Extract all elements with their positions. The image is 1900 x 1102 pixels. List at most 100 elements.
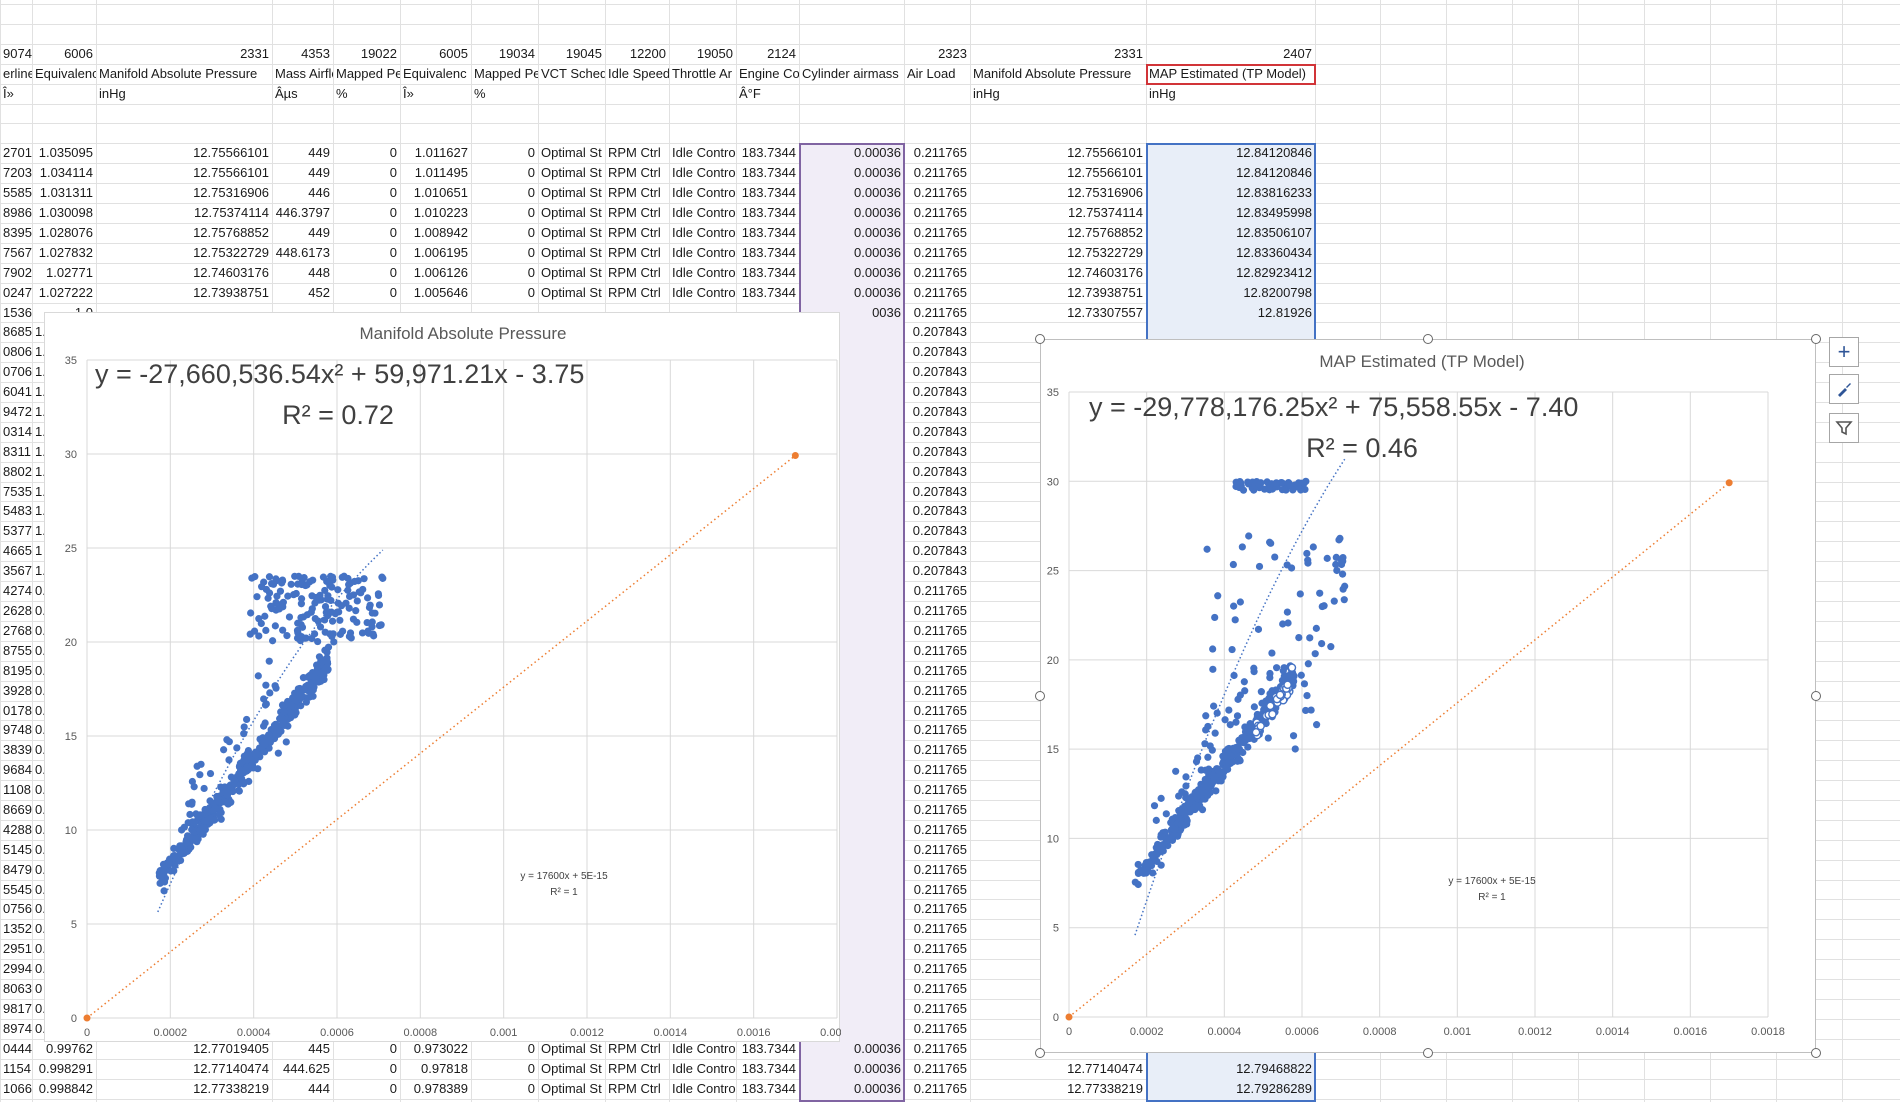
cell[interactable]: 6041 xyxy=(0,382,32,402)
cell[interactable] xyxy=(799,44,904,64)
cell[interactable]: 1154 xyxy=(0,1059,32,1079)
resize-handle[interactable] xyxy=(1035,334,1045,344)
cell[interactable]: 12.74603176 xyxy=(96,263,272,283)
cell[interactable]: 4665 xyxy=(0,541,32,561)
cell[interactable]: Idle Contro xyxy=(669,143,736,163)
cell[interactable]: 0.211765 xyxy=(904,880,970,900)
cell[interactable]: 0.207843 xyxy=(904,561,970,581)
cell[interactable]: 3839 xyxy=(0,740,32,760)
cell[interactable]: 0.211765 xyxy=(904,840,970,860)
cell[interactable]: 12.73307557 xyxy=(970,303,1146,323)
cell[interactable]: 0.207843 xyxy=(904,342,970,362)
cell[interactable]: Equivalenc xyxy=(400,64,471,84)
cell[interactable]: 8311 xyxy=(0,442,32,462)
cell[interactable]: 12.75322729 xyxy=(970,243,1146,263)
cell[interactable]: 0.211765 xyxy=(904,939,970,959)
cell[interactable]: RPM Ctrl xyxy=(605,203,669,223)
cell[interactable]: 12.75768852 xyxy=(970,223,1146,243)
cell[interactable]: 0.207843 xyxy=(904,462,970,482)
cell[interactable]: Optimal St xyxy=(538,1059,605,1079)
cell[interactable]: 0.00036 xyxy=(799,263,904,283)
cell[interactable]: 0.211765 xyxy=(904,681,970,701)
cell[interactable]: 19050 xyxy=(669,44,736,64)
cell[interactable]: 4288 xyxy=(0,820,32,840)
cell[interactable]: 449 xyxy=(272,143,333,163)
cell[interactable]: 1.011495 xyxy=(400,163,471,183)
cell[interactable]: 12.75316906 xyxy=(96,183,272,203)
cell[interactable]: Mapped Pe xyxy=(471,64,538,84)
cell[interactable]: Optimal St xyxy=(538,143,605,163)
cell[interactable]: 12.77140474 xyxy=(96,1059,272,1079)
cell[interactable]: RPM Ctrl xyxy=(605,143,669,163)
cell[interactable]: VCT Sched xyxy=(538,64,605,84)
cell[interactable]: 2768 xyxy=(0,621,32,641)
cell[interactable]: 0 xyxy=(471,1059,538,1079)
cell[interactable]: Idle Contro xyxy=(669,183,736,203)
cell[interactable]: 0 xyxy=(333,263,400,283)
cell[interactable]: 0806 xyxy=(0,342,32,362)
resize-handle[interactable] xyxy=(1035,1048,1045,1058)
cell[interactable]: 19045 xyxy=(538,44,605,64)
cell[interactable]: 0.211765 xyxy=(904,223,970,243)
cell[interactable]: 0 xyxy=(471,203,538,223)
cell[interactable]: 449 xyxy=(272,223,333,243)
cell[interactable]: 0.207843 xyxy=(904,442,970,462)
cell[interactable]: 0.207843 xyxy=(904,521,970,541)
cell[interactable]: 2331 xyxy=(96,44,272,64)
cell[interactable]: Idle Contro xyxy=(669,203,736,223)
cell[interactable]: 12.82923412 xyxy=(1146,263,1315,283)
cell[interactable]: 0.211765 xyxy=(904,899,970,919)
cell[interactable]: 0.211765 xyxy=(904,860,970,880)
cell[interactable]: 5585 xyxy=(0,183,32,203)
resize-handle[interactable] xyxy=(1423,334,1433,344)
cell[interactable]: 2951 xyxy=(0,939,32,959)
cell[interactable]: 12.75374114 xyxy=(970,203,1146,223)
cell[interactable]: 0.00036 xyxy=(799,183,904,203)
cell[interactable]: Optimal St xyxy=(538,263,605,283)
cell[interactable]: 12.84120846 xyxy=(1146,163,1315,183)
cell[interactable]: 0.00036 xyxy=(799,203,904,223)
cell[interactable]: Optimal St xyxy=(538,183,605,203)
cell[interactable]: 12.75566101 xyxy=(96,163,272,183)
cell[interactable]: 452 xyxy=(272,283,333,303)
cell[interactable]: 0 xyxy=(333,283,400,303)
cell[interactable]: 183.7344 xyxy=(736,263,799,283)
cell[interactable]: 1.028076 xyxy=(32,223,96,243)
cell[interactable]: 8669 xyxy=(0,800,32,820)
cell[interactable]: 7567 xyxy=(0,243,32,263)
cell[interactable]: 12.77140474 xyxy=(970,1059,1146,1079)
cell[interactable]: 446 xyxy=(272,183,333,203)
cell[interactable]: 5545 xyxy=(0,880,32,900)
cell[interactable]: 3567 xyxy=(0,561,32,581)
resize-handle[interactable] xyxy=(1035,691,1045,701)
cell[interactable]: 9074 xyxy=(0,44,32,64)
chart-map-estimated[interactable]: 0 5 10 15 20 25 30 35 0 0.0002 0.0004 0.0006 0.0008 0… xyxy=(1040,339,1816,1053)
cell[interactable]: 9684 xyxy=(0,760,32,780)
cell[interactable]: 12.75374114 xyxy=(96,203,272,223)
cell[interactable]: 12200 xyxy=(605,44,669,64)
cell[interactable]: Equivalenc xyxy=(32,64,96,84)
cell[interactable]: 1.006195 xyxy=(400,243,471,263)
cell[interactable]: 12.77338219 xyxy=(970,1079,1146,1099)
cell[interactable]: 12.84120846 xyxy=(1146,143,1315,163)
cell[interactable]: 9817 xyxy=(0,999,32,1019)
cell[interactable]: RPM Ctrl xyxy=(605,1059,669,1079)
cell[interactable]: 1.027832 xyxy=(32,243,96,263)
chart-filters-button[interactable] xyxy=(1829,413,1859,443)
cell[interactable]: 0706 xyxy=(0,362,32,382)
cell[interactable]: 446.3797 xyxy=(272,203,333,223)
cell[interactable]: 0 xyxy=(471,263,538,283)
cell[interactable]: Idle Contro xyxy=(669,243,736,263)
cell[interactable]: Idle Contro xyxy=(669,223,736,243)
cell[interactable]: 19034 xyxy=(471,44,538,64)
cell[interactable]: 1.010223 xyxy=(400,203,471,223)
cell[interactable]: 448 xyxy=(272,263,333,283)
cell[interactable]: 8479 xyxy=(0,860,32,880)
cell[interactable]: 0.211765 xyxy=(904,740,970,760)
cell[interactable]: 0 xyxy=(333,243,400,263)
cell[interactable]: 0.211765 xyxy=(904,243,970,263)
cell[interactable]: 0 xyxy=(333,143,400,163)
cell[interactable]: 12.75566101 xyxy=(970,163,1146,183)
cell[interactable]: 0.00036 xyxy=(799,1059,904,1079)
cell[interactable]: 448.6173 xyxy=(272,243,333,263)
